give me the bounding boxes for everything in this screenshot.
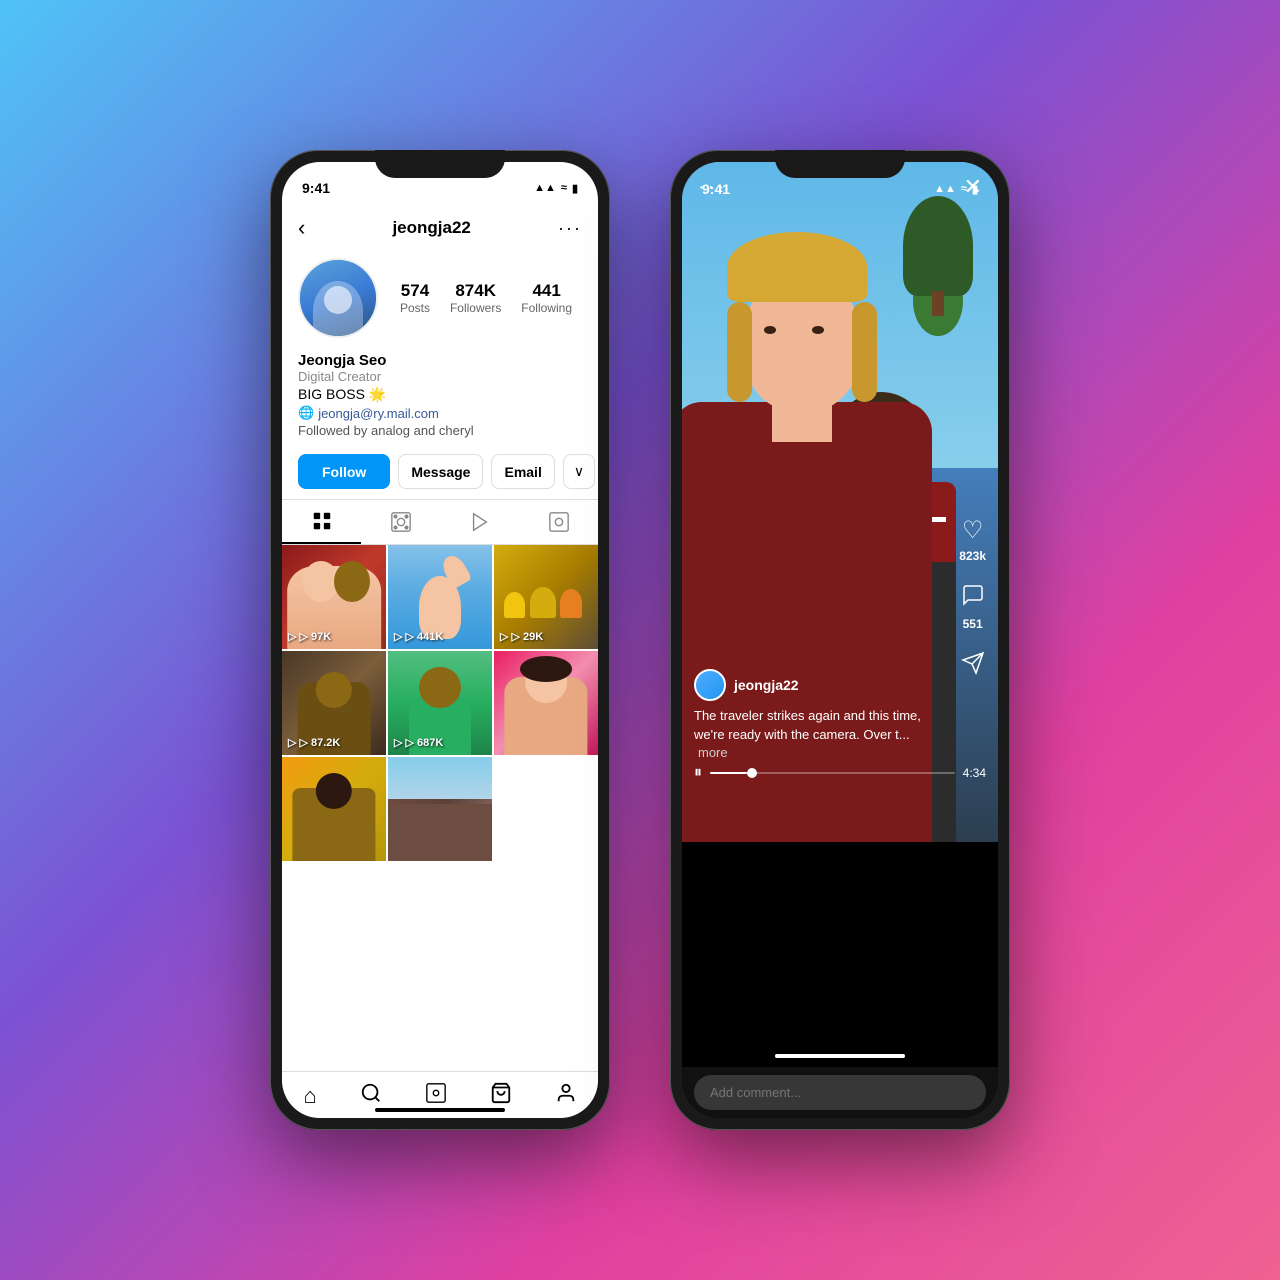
message-button[interactable]: Message (398, 454, 483, 489)
comment-input[interactable] (694, 1075, 986, 1110)
photo-overlay-1: ▷ ▷ 97K (288, 630, 331, 643)
home-indicator-2 (775, 1054, 905, 1058)
avatar (298, 258, 378, 338)
comment-count: 551 (963, 617, 983, 631)
comment-section (682, 1067, 998, 1118)
photo-cell-1[interactable]: ▷ ▷ 97K (282, 545, 386, 649)
stat-following[interactable]: 441 Following (521, 281, 572, 315)
photo-grid: ▷ ▷ 97K ▷ ▷ 441K (282, 545, 598, 861)
globe-icon: 🌐 (298, 405, 314, 421)
play-icon-1: ▷ (288, 630, 296, 643)
nav-home[interactable]: ⌂ (303, 1083, 316, 1109)
photo-cell-3[interactable]: ▷ ▷ 29K (494, 545, 598, 649)
video-duration: 4:34 (963, 766, 986, 780)
profile-bio: BIG BOSS 🌟 (298, 386, 582, 403)
video-bottom-info: jeongja22 The traveler strikes again and… (694, 669, 938, 762)
more-options-button[interactable]: ··· (558, 218, 582, 239)
home-indicator (375, 1108, 505, 1112)
email-button[interactable]: Email (491, 454, 554, 489)
profile-followed-by: Followed by analog and cheryl (298, 423, 582, 438)
progress-dot (747, 768, 757, 778)
status-bar-2: 9:41 ▲▲ ≈ ▮ (682, 162, 998, 206)
tab-reels[interactable] (361, 500, 440, 544)
photo-overlay-2: ▷ ▷ 441K (394, 630, 443, 643)
signal-icon-2: ▲▲ (934, 183, 956, 195)
follow-button[interactable]: Follow (298, 454, 390, 489)
content-tabs (282, 499, 598, 545)
play-icon-5: ▷ (394, 736, 402, 749)
stat-followers[interactable]: 874K Followers (450, 281, 501, 315)
nav-profile[interactable] (555, 1082, 577, 1110)
play-icon-4: ▷ (288, 736, 296, 749)
photo-cell-5[interactable]: ▷ ▷ 687K (388, 651, 492, 755)
tab-tagged[interactable] (519, 500, 598, 544)
avatar-image (300, 260, 376, 336)
heart-icon: ♡ (962, 516, 984, 545)
back-button[interactable]: ‹ (298, 215, 305, 241)
video-caption: The traveler strikes again and this time… (694, 707, 938, 762)
photo-cell-7[interactable] (282, 757, 386, 861)
wifi-icon-2: ≈ (961, 183, 967, 195)
pause-button[interactable]: ⏸ (694, 764, 702, 782)
photo-overlay-4: ▷ ▷ 87.2K (288, 736, 340, 749)
stat-posts[interactable]: 574 Posts (400, 281, 430, 315)
profile-header: ‹ jeongja22 ··· (282, 206, 598, 250)
video-username[interactable]: jeongja22 (734, 677, 799, 693)
phone-1: 9:41 ▲▲ ≈ ▮ ‹ jeongja22 ··· 574 (270, 150, 610, 1130)
stat-following-label: Following (521, 301, 572, 315)
play-icon-2: ▷ (394, 630, 402, 643)
tab-grid[interactable] (282, 500, 361, 544)
profile-role: Digital Creator (298, 369, 582, 384)
wifi-icon-1: ≈ (561, 182, 567, 194)
profile-name: Jeongja Seo (298, 352, 582, 369)
stat-posts-value: 574 (400, 281, 430, 301)
stat-following-value: 441 (521, 281, 572, 301)
battery-icon-1: ▮ (572, 182, 578, 195)
status-time-2: 9:41 (702, 181, 730, 197)
video-avatar (694, 669, 726, 701)
signal-icon-1: ▲▲ (534, 182, 556, 194)
play-icon-3: ▷ (500, 630, 508, 643)
photo-cell-8[interactable] (388, 757, 492, 861)
avatar-silhouette (313, 281, 363, 336)
like-button[interactable]: ♡ 823k (959, 516, 986, 563)
profile-actions: Follow Message Email ∨ (282, 444, 598, 499)
video-progress-bar: ⏸ 4:34 (682, 764, 998, 782)
profile-stats: 574 Posts 874K Followers 441 Following (282, 250, 598, 346)
share-button[interactable] (961, 651, 985, 682)
stats-group: 574 Posts 874K Followers 441 Following (390, 281, 582, 315)
profile-info: Jeongja Seo Digital Creator BIG BOSS 🌟 🌐… (282, 346, 598, 444)
video-right-actions: ♡ 823k 551 (959, 516, 986, 682)
photo-cell-6[interactable] (494, 651, 598, 755)
nav-search[interactable] (360, 1082, 382, 1110)
nav-shop[interactable] (490, 1082, 512, 1110)
status-icons-2: ▲▲ ≈ ▮ (934, 183, 978, 196)
caption-more[interactable]: more (698, 745, 728, 760)
status-time-1: 9:41 (302, 180, 330, 196)
stat-posts-label: Posts (400, 301, 430, 315)
photo-overlay-5: ▷ ▷ 687K (394, 736, 443, 749)
status-icons-1: ▲▲ ≈ ▮ (534, 182, 578, 195)
progress-fill (710, 772, 747, 774)
tab-video[interactable] (440, 500, 519, 544)
share-icon (961, 651, 985, 682)
nav-reels[interactable] (425, 1082, 447, 1110)
like-count: 823k (959, 549, 986, 563)
comment-icon (961, 583, 985, 613)
phone-1-notch (375, 150, 505, 178)
photo-cell-2[interactable]: ▷ ▷ 441K (388, 545, 492, 649)
video-user-row: jeongja22 (694, 669, 938, 701)
battery-icon-2: ▮ (972, 183, 978, 196)
phone-2: 9:41 ▲▲ ≈ ▮ (670, 150, 1010, 1130)
dropdown-button[interactable]: ∨ (563, 454, 595, 489)
profile-email: 🌐 jeongja@ry.mail.com (298, 405, 582, 421)
stat-followers-value: 874K (450, 281, 501, 301)
stat-followers-label: Followers (450, 301, 501, 315)
video-scene: ··· ✕ ♡ 823k 551 (682, 162, 998, 842)
comment-button[interactable]: 551 (961, 583, 985, 631)
progress-track[interactable] (710, 772, 955, 774)
photo-cell-4[interactable]: ▷ ▷ 87.2K (282, 651, 386, 755)
photo-overlay-3: ▷ ▷ 29K (500, 630, 543, 643)
profile-username: jeongja22 (392, 218, 470, 238)
